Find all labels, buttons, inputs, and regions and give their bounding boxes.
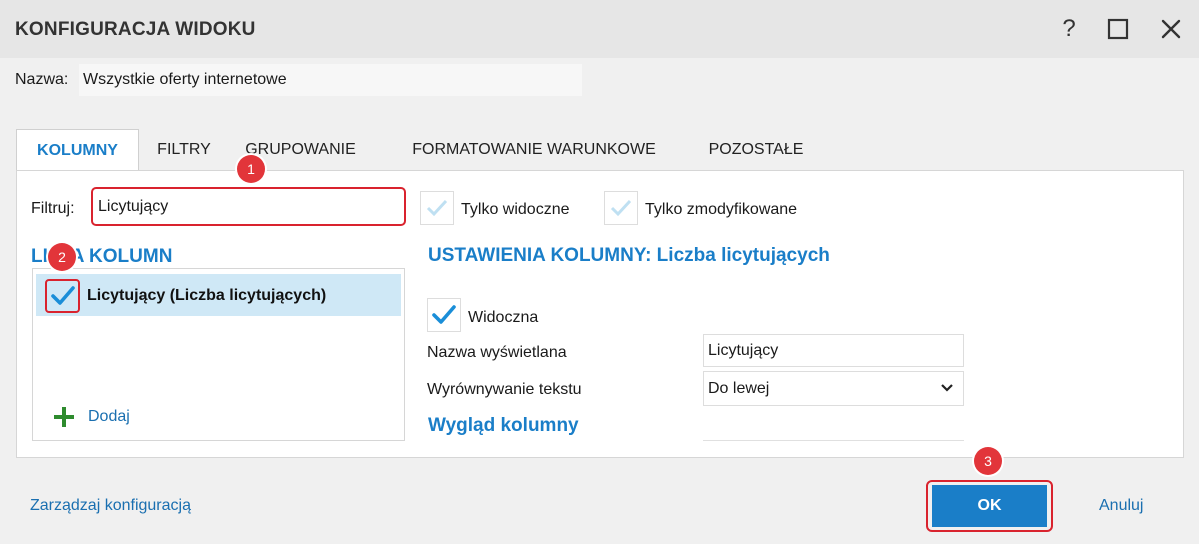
only-modified-label: Tylko zmodyfikowane [645,201,798,218]
column-visible-checkbox[interactable] [45,279,80,313]
check-icon [610,199,632,217]
display-name-label: Nazwa wyświetlana [427,344,567,361]
tab-pozostale[interactable]: POZOSTAŁE [696,129,816,171]
manage-configuration-link[interactable]: Zarządzaj konfiguracją [30,497,191,515]
divider [703,440,964,441]
maximize-icon [1107,18,1129,40]
check-icon [426,199,448,217]
column-settings-heading: USTAWIENIA KOLUMNY: Liczba licytujących [428,245,830,266]
alignment-label: Wyrównywanie tekstu [427,381,582,398]
add-column-button[interactable]: Dodaj [88,408,130,426]
check-icon [432,305,456,324]
close-button[interactable] [1154,12,1188,46]
column-look-heading: Wygląd kolumny [428,415,579,436]
check-icon [50,286,75,305]
window-title: KONFIGURACJA WIDOKU [15,19,256,40]
tab-formatowanie-warunkowe[interactable]: FORMATOWANIE WARUNKOWE [399,129,669,171]
name-label: Nazwa: [15,71,69,88]
add-icon[interactable] [53,406,75,428]
chevron-down-icon [941,384,953,392]
alignment-value: Do lewej [708,380,770,397]
help-button[interactable]: ? [1052,12,1086,46]
step-badge-3: 3 [974,447,1002,475]
tab-kolumny[interactable]: KOLUMNY [16,129,139,171]
cancel-button[interactable]: Anuluj [1099,497,1143,515]
only-visible-label: Tylko widoczne [461,201,570,218]
only-modified-checkbox[interactable] [604,191,638,225]
filter-label: Filtruj: [31,200,75,217]
visible-label: Widoczna [468,309,539,326]
maximize-button[interactable] [1101,12,1135,46]
step-badge-1: 1 [237,155,265,183]
name-input[interactable] [79,64,582,96]
only-visible-checkbox[interactable] [420,191,454,225]
tab-filtry[interactable]: FILTRY [144,129,224,171]
display-name-input[interactable] [703,334,964,367]
step-badge-2: 2 [48,243,76,271]
close-icon [1161,19,1181,39]
visible-checkbox[interactable] [427,298,461,332]
ok-button[interactable]: OK [932,485,1047,527]
list-item-label: Licytujący (Liczba licytujących) [87,287,327,304]
filter-input[interactable] [91,187,406,226]
